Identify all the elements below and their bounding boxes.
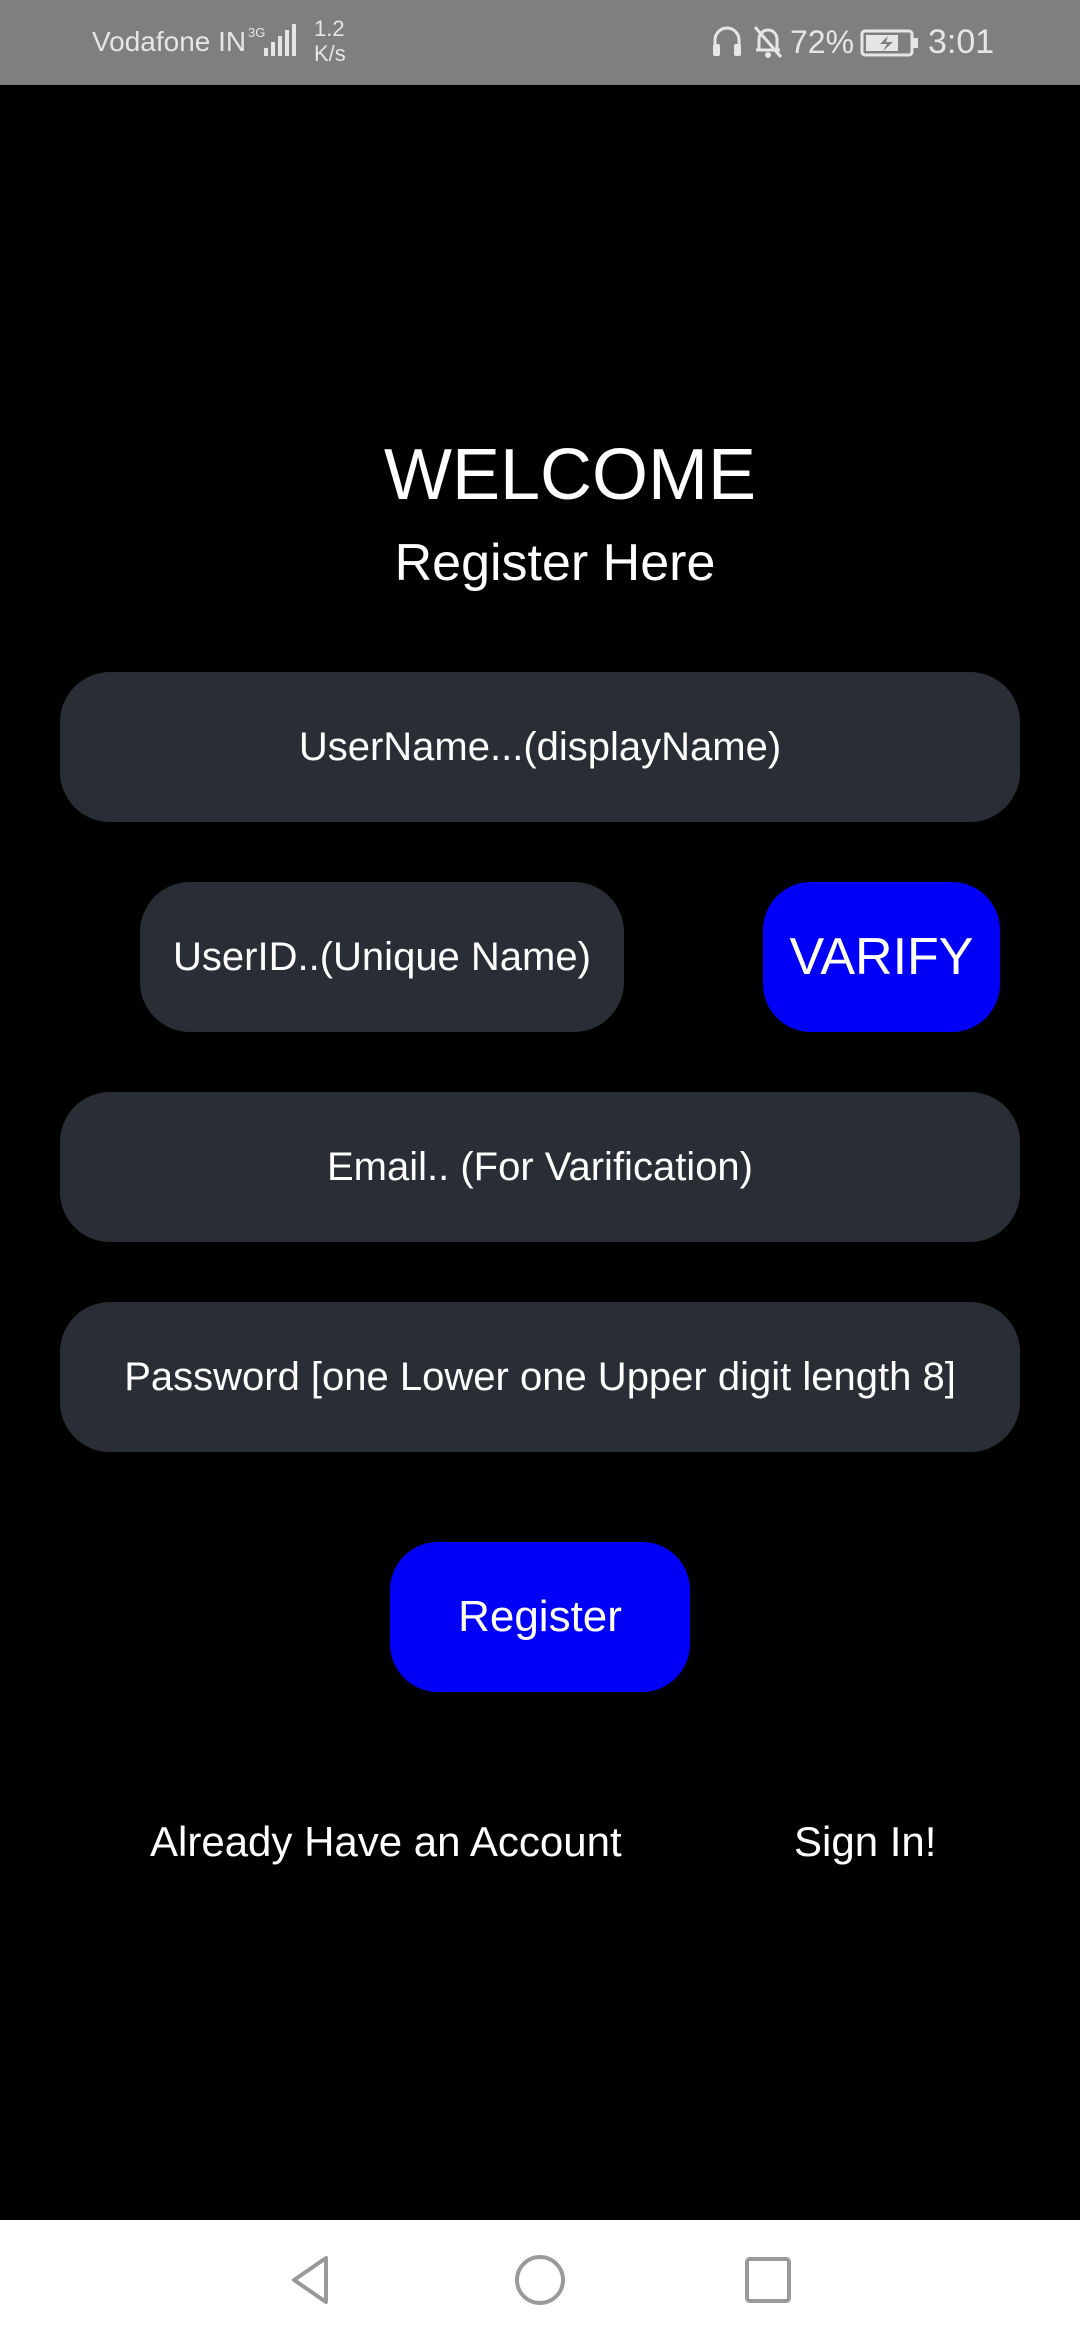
carrier-name: Vodafone IN [92,26,247,57]
network-speed: 1.2 K/s [314,16,346,66]
back-icon[interactable] [282,2250,342,2310]
already-have-account-text: Already Have an Account [150,1818,622,1865]
sign-in-link[interactable]: Sign In! [794,1812,936,1872]
speed-unit: K/s [314,41,346,66]
battery-charging-icon [860,29,918,57]
verify-button[interactable]: VARIFY [763,882,1000,1032]
speed-value: 1.2 [314,16,345,41]
navigation-bar [0,2220,1080,2340]
username-input[interactable]: UserName...(displayName) [60,672,1020,822]
password-input[interactable]: Password [one Lower one Upper digit leng… [60,1302,1020,1452]
welcome-title: WELCOME [383,435,757,515]
register-subtitle: Register Here [394,534,716,592]
mute-bell-icon [753,26,783,58]
status-bar: Vodafone IN 3G 1.2 K/s 72% 3:01 [0,0,1080,85]
headset-icon [713,26,741,56]
email-input[interactable]: Email.. (For Varification) [60,1092,1020,1242]
register-button[interactable]: Register [390,1542,690,1692]
battery-percent: 72% [790,24,855,60]
clock: 3:01 [928,23,995,61]
recents-icon[interactable] [738,2250,798,2310]
userid-input[interactable]: UserID..(Unique Name) [140,882,624,1032]
signal-icon [264,24,296,56]
home-icon[interactable] [510,2250,570,2310]
